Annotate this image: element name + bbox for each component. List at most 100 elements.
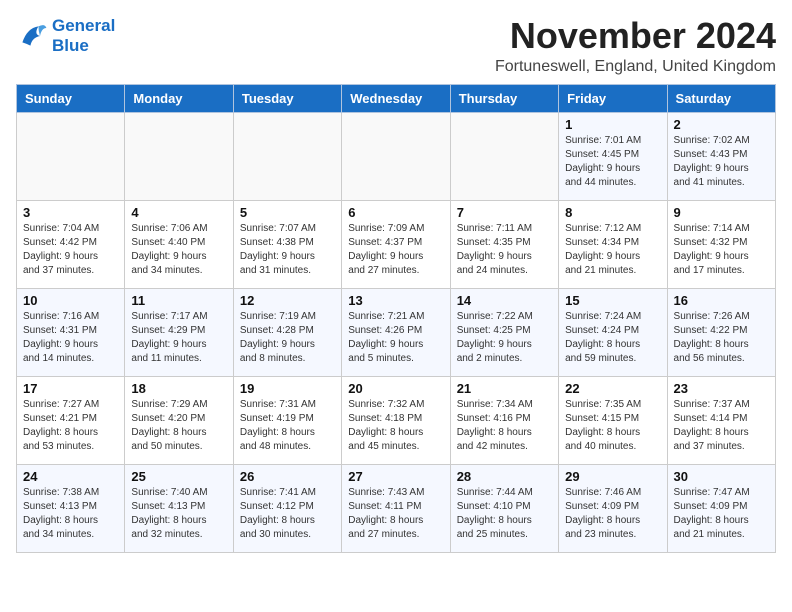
day-number: 24 xyxy=(23,469,118,484)
table-row: 30 Sunrise: 7:47 AM Sunset: 4:09 PM Dayli… xyxy=(667,464,775,552)
day-number: 18 xyxy=(131,381,226,396)
table-row: 11 Sunrise: 7:17 AM Sunset: 4:29 PM Dayli… xyxy=(125,288,233,376)
col-thursday: Thursday xyxy=(450,84,558,112)
table-row: 8 Sunrise: 7:12 AM Sunset: 4:34 PM Daylig… xyxy=(559,200,667,288)
logo: General Blue xyxy=(16,16,115,55)
calendar-week-row: 17Sunrise: 7:27 AM Sunset: 4:21 PM Dayli… xyxy=(17,376,776,464)
calendar-week-row: 3 Sunrise: 7:04 AM Sunset: 4:42 PM Daylig… xyxy=(17,200,776,288)
day-info: Sunrise: 7:02 AM Sunset: 4:43 PM Dayligh… xyxy=(674,134,769,190)
day-info: Sunrise: 7:46 AM Sunset: 4:09 PM Dayligh… xyxy=(565,486,660,542)
day-number: 14 xyxy=(457,293,552,308)
day-info: Sunrise: 7:40 AM Sunset: 4:13 PM Dayligh… xyxy=(131,486,226,542)
day-info: Sunrise: 7:24 AM Sunset: 4:24 PM Dayligh… xyxy=(565,310,660,366)
table-row: 27Sunrise: 7:43 AM Sunset: 4:11 PM Dayli… xyxy=(342,464,450,552)
day-number: 5 xyxy=(240,205,335,220)
table-row xyxy=(450,112,558,200)
day-info: Sunrise: 7:12 AM Sunset: 4:34 PM Dayligh… xyxy=(565,222,660,278)
table-row: 21 Sunrise: 7:34 AM Sunset: 4:16 PM Dayli… xyxy=(450,376,558,464)
table-row: 5Sunrise: 7:07 AM Sunset: 4:38 PM Daylig… xyxy=(233,200,341,288)
table-row: 9 Sunrise: 7:14 AM Sunset: 4:32 PM Daylig… xyxy=(667,200,775,288)
day-number: 22 xyxy=(565,381,660,396)
table-row xyxy=(17,112,125,200)
day-info: Sunrise: 7:14 AM Sunset: 4:32 PM Dayligh… xyxy=(674,222,769,278)
day-number: 21 xyxy=(457,381,552,396)
calendar-week-row: 1 Sunrise: 7:01 AM Sunset: 4:45 PM Daylig… xyxy=(17,112,776,200)
day-number: 28 xyxy=(457,469,552,484)
col-friday: Friday xyxy=(559,84,667,112)
day-info: Sunrise: 7:47 AM Sunset: 4:09 PM Dayligh… xyxy=(674,486,769,542)
day-number: 16 xyxy=(674,293,769,308)
col-wednesday: Wednesday xyxy=(342,84,450,112)
table-row: 6 Sunrise: 7:09 AM Sunset: 4:37 PM Daylig… xyxy=(342,200,450,288)
day-number: 12 xyxy=(240,293,335,308)
day-number: 26 xyxy=(240,469,335,484)
table-row: 20 Sunrise: 7:32 AM Sunset: 4:18 PM Dayli… xyxy=(342,376,450,464)
day-info: Sunrise: 7:06 AM Sunset: 4:40 PM Dayligh… xyxy=(131,222,226,278)
day-info: Sunrise: 7:22 AM Sunset: 4:25 PM Dayligh… xyxy=(457,310,552,366)
table-row: 16Sunrise: 7:26 AM Sunset: 4:22 PM Dayli… xyxy=(667,288,775,376)
day-number: 2 xyxy=(674,117,769,132)
table-row: 13Sunrise: 7:21 AM Sunset: 4:26 PM Dayli… xyxy=(342,288,450,376)
day-info: Sunrise: 7:32 AM Sunset: 4:18 PM Dayligh… xyxy=(348,398,443,454)
calendar-header-row: Sunday Monday Tuesday Wednesday Thursday… xyxy=(17,84,776,112)
day-info: Sunrise: 7:09 AM Sunset: 4:37 PM Dayligh… xyxy=(348,222,443,278)
day-info: Sunrise: 7:38 AM Sunset: 4:13 PM Dayligh… xyxy=(23,486,118,542)
col-sunday: Sunday xyxy=(17,84,125,112)
day-info: Sunrise: 7:27 AM Sunset: 4:21 PM Dayligh… xyxy=(23,398,118,454)
table-row: 3 Sunrise: 7:04 AM Sunset: 4:42 PM Daylig… xyxy=(17,200,125,288)
day-number: 3 xyxy=(23,205,118,220)
table-row: 10 Sunrise: 7:16 AM Sunset: 4:31 PM Dayli… xyxy=(17,288,125,376)
table-row: 12 Sunrise: 7:19 AM Sunset: 4:28 PM Dayli… xyxy=(233,288,341,376)
day-info: Sunrise: 7:41 AM Sunset: 4:12 PM Dayligh… xyxy=(240,486,335,542)
table-row: 7Sunrise: 7:11 AM Sunset: 4:35 PM Daylig… xyxy=(450,200,558,288)
day-number: 30 xyxy=(674,469,769,484)
table-row: 24 Sunrise: 7:38 AM Sunset: 4:13 PM Dayli… xyxy=(17,464,125,552)
table-row xyxy=(125,112,233,200)
table-row: 2 Sunrise: 7:02 AM Sunset: 4:43 PM Daylig… xyxy=(667,112,775,200)
table-row: 19 Sunrise: 7:31 AM Sunset: 4:19 PM Dayli… xyxy=(233,376,341,464)
table-row: 29 Sunrise: 7:46 AM Sunset: 4:09 PM Dayli… xyxy=(559,464,667,552)
day-info: Sunrise: 7:17 AM Sunset: 4:29 PM Dayligh… xyxy=(131,310,226,366)
table-row: 22Sunrise: 7:35 AM Sunset: 4:15 PM Dayli… xyxy=(559,376,667,464)
table-row: 15 Sunrise: 7:24 AM Sunset: 4:24 PM Dayli… xyxy=(559,288,667,376)
day-info: Sunrise: 7:37 AM Sunset: 4:14 PM Dayligh… xyxy=(674,398,769,454)
day-number: 20 xyxy=(348,381,443,396)
day-number: 29 xyxy=(565,469,660,484)
day-number: 4 xyxy=(131,205,226,220)
table-row xyxy=(342,112,450,200)
day-info: Sunrise: 7:01 AM Sunset: 4:45 PM Dayligh… xyxy=(565,134,660,190)
day-number: 19 xyxy=(240,381,335,396)
table-row: 28 Sunrise: 7:44 AM Sunset: 4:10 PM Dayli… xyxy=(450,464,558,552)
day-info: Sunrise: 7:31 AM Sunset: 4:19 PM Dayligh… xyxy=(240,398,335,454)
table-row: 17Sunrise: 7:27 AM Sunset: 4:21 PM Dayli… xyxy=(17,376,125,464)
month-title: November 2024 xyxy=(495,16,776,56)
table-row: 18Sunrise: 7:29 AM Sunset: 4:20 PM Dayli… xyxy=(125,376,233,464)
day-info: Sunrise: 7:04 AM Sunset: 4:42 PM Dayligh… xyxy=(23,222,118,278)
day-number: 9 xyxy=(674,205,769,220)
day-number: 10 xyxy=(23,293,118,308)
calendar-week-row: 10 Sunrise: 7:16 AM Sunset: 4:31 PM Dayli… xyxy=(17,288,776,376)
logo-icon xyxy=(16,20,48,52)
day-info: Sunrise: 7:34 AM Sunset: 4:16 PM Dayligh… xyxy=(457,398,552,454)
day-number: 11 xyxy=(131,293,226,308)
col-tuesday: Tuesday xyxy=(233,84,341,112)
day-info: Sunrise: 7:16 AM Sunset: 4:31 PM Dayligh… xyxy=(23,310,118,366)
day-number: 7 xyxy=(457,205,552,220)
calendar-title-area: November 2024 Fortuneswell, England, Uni… xyxy=(495,16,776,76)
day-info: Sunrise: 7:19 AM Sunset: 4:28 PM Dayligh… xyxy=(240,310,335,366)
logo-text: General Blue xyxy=(52,16,115,55)
day-number: 27 xyxy=(348,469,443,484)
col-monday: Monday xyxy=(125,84,233,112)
day-info: Sunrise: 7:44 AM Sunset: 4:10 PM Dayligh… xyxy=(457,486,552,542)
table-row: 23 Sunrise: 7:37 AM Sunset: 4:14 PM Dayli… xyxy=(667,376,775,464)
day-number: 1 xyxy=(565,117,660,132)
location-subtitle: Fortuneswell, England, United Kingdom xyxy=(495,58,776,76)
day-number: 15 xyxy=(565,293,660,308)
calendar-table: Sunday Monday Tuesday Wednesday Thursday… xyxy=(16,84,776,553)
table-row: 26 Sunrise: 7:41 AM Sunset: 4:12 PM Dayli… xyxy=(233,464,341,552)
table-row: 25Sunrise: 7:40 AM Sunset: 4:13 PM Dayli… xyxy=(125,464,233,552)
day-number: 13 xyxy=(348,293,443,308)
day-number: 8 xyxy=(565,205,660,220)
day-number: 6 xyxy=(348,205,443,220)
day-number: 23 xyxy=(674,381,769,396)
